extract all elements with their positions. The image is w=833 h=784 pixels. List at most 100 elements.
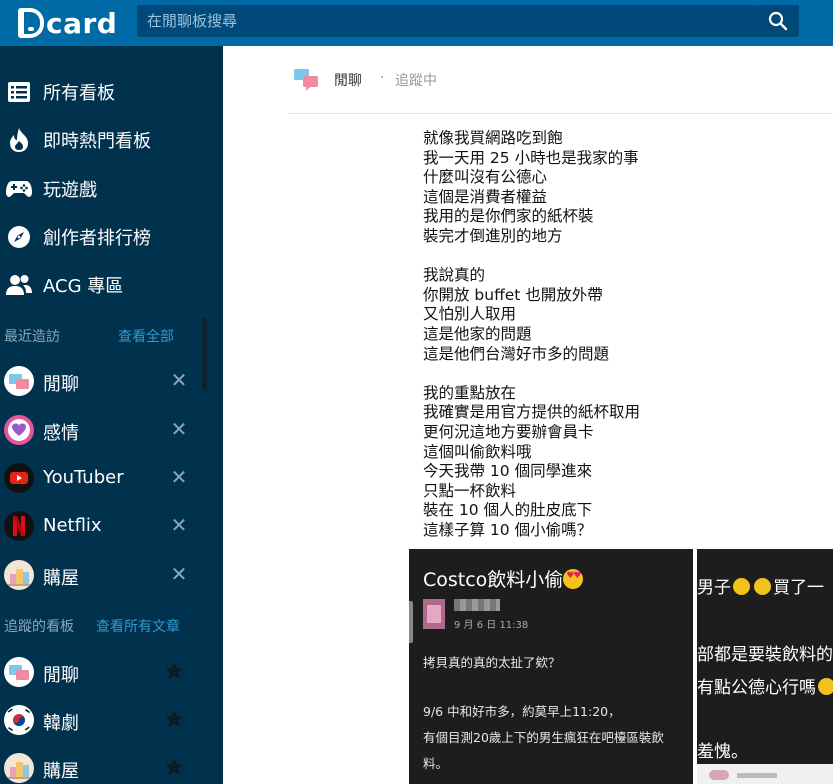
star-icon[interactable] — [163, 756, 185, 778]
post-text-line: 這個叫偷飲料哦 — [423, 442, 532, 461]
post-text-line: 又怕別人取用 — [423, 305, 517, 324]
recent-view-all-link[interactable]: 查看全部 — [118, 326, 174, 346]
post-text-line: 我的重點放在 — [423, 383, 517, 402]
close-icon[interactable]: ✕ — [170, 368, 188, 392]
post-text-line: 我說真的 — [423, 266, 486, 285]
compass-icon — [6, 224, 32, 250]
post-text-line: 裝在 10 個人的肚皮底下 — [423, 501, 593, 520]
board-name-link[interactable]: 閒聊 — [334, 70, 362, 90]
emoji-icon — [754, 578, 771, 595]
screenshot-text-line: 部都是要裝飲料的 — [697, 645, 833, 665]
dcard-logo[interactable]: card — [18, 6, 117, 40]
sidebar-item-hot-boards[interactable]: 即時熱門看板 — [0, 118, 223, 162]
screenshot-title: Costco飲料小偷 — [423, 565, 584, 592]
post-text-line: 什麼叫沒有公德心 — [423, 168, 548, 187]
emoji-icon — [818, 678, 833, 695]
post-text-line: 只點一杯飲料 — [423, 481, 517, 500]
post-text-line: 這個是消費者權益 — [423, 187, 548, 206]
search-input[interactable] — [137, 5, 757, 37]
star-icon[interactable] — [163, 708, 185, 730]
chat-board-icon[interactable] — [294, 69, 320, 91]
board-label: 購屋 — [43, 761, 79, 782]
sidebar-item-all-boards[interactable]: 所有看板 — [0, 70, 223, 114]
board-header: 閒聊 · 追蹤中 — [288, 46, 833, 114]
board-label: Netflix — [43, 515, 102, 536]
board-avatar — [4, 753, 34, 783]
screenshot-text-line: 有個目測20歲上下的男生瘋狂在吧檯區裝飲 — [423, 730, 664, 745]
screenshot-text-line: 拷貝真的真的太扯了欸？ — [423, 655, 561, 670]
fire-icon — [6, 127, 32, 153]
recent-section-title: 最近造訪 — [4, 329, 60, 345]
following-board-kdrama[interactable]: 韓劇 — [0, 699, 210, 743]
sidebar: 所有看板 即時熱門看板 玩遊戲 創作者排行榜 ACG 專區 最近造訪 查看全部 … — [0, 46, 223, 784]
screenshot-date: 9 月 6 日 11:38 — [454, 620, 529, 631]
board-avatar — [4, 560, 34, 590]
star-icon[interactable] — [163, 660, 185, 682]
search-button[interactable] — [757, 5, 799, 37]
sidebar-item-label: 玩遊戲 — [43, 180, 97, 201]
sidebar-item-label: 創作者排行榜 — [43, 228, 151, 249]
blurred-username — [454, 599, 500, 611]
following-board-chat[interactable]: 閒聊 — [0, 651, 210, 695]
screenshot-scroll-indicator — [409, 601, 413, 643]
board-avatar — [4, 366, 34, 396]
dcard-logo-icon — [18, 8, 44, 38]
main-content: 閒聊 · 追蹤中 就像我買網路吃到飽 我一天用 25 小時也是我家的事 什麼叫沒有公… — [223, 46, 833, 784]
separator: · — [380, 70, 385, 86]
recent-board-youtuber[interactable]: YouTuber ✕ — [0, 457, 210, 501]
embedded-screenshot-left[interactable]: Costco飲料小偷 9 月 6 日 11:38 拷貝真的真的太扯了欸？ 9/6… — [409, 549, 693, 784]
board-label: 韓劇 — [43, 713, 79, 734]
close-icon[interactable]: ✕ — [170, 562, 188, 586]
screenshot-text-line: 男子 買了一 — [697, 578, 824, 598]
close-icon[interactable]: ✕ — [170, 465, 188, 489]
post-text-line: 我一天用 25 小時也是我家的事 — [423, 148, 639, 167]
board-avatar — [4, 705, 34, 735]
post-text-line: 這是他們台灣好市多的問題 — [423, 344, 610, 363]
board-label: 閒聊 — [43, 374, 79, 395]
board-label: 購屋 — [43, 568, 79, 589]
post-text-line: 我用的是你們家的紙杯裝 — [423, 207, 594, 226]
post-text-line: 裝完才倒進別的地方 — [423, 227, 563, 245]
recent-board-chat[interactable]: 閒聊 ✕ — [0, 360, 210, 404]
board-label: 感情 — [43, 423, 79, 444]
sidebar-item-acg[interactable]: ACG 專區 — [0, 263, 223, 307]
close-icon[interactable]: ✕ — [170, 513, 188, 537]
people-icon — [6, 272, 32, 298]
post-text-line: 這是他家的問題 — [423, 325, 532, 343]
sidebar-item-label: 所有看板 — [43, 83, 115, 104]
following-view-all-link[interactable]: 查看所有文章 — [96, 616, 180, 636]
logo-text: card — [46, 6, 118, 40]
blurred-avatar — [709, 770, 729, 780]
heart-eyes-emoji-icon — [563, 569, 584, 589]
post-text-line: 這樣子算 10 個小偷嗎？ — [423, 521, 593, 539]
board-avatar — [4, 415, 34, 445]
board-label: YouTuber — [43, 467, 124, 488]
follow-status-button[interactable]: 追蹤中 — [395, 70, 437, 90]
embedded-screenshot-right[interactable]: 男子 買了一 部都是要裝飲料的 有點公德心行嗎 羞愧。 — [697, 549, 833, 764]
recent-board-relationship[interactable]: 感情 ✕ — [0, 409, 210, 453]
board-avatar — [4, 463, 34, 493]
screenshot-right-footer — [697, 764, 833, 784]
blurred-text — [737, 773, 777, 778]
sidebar-item-label: 即時熱門看板 — [43, 131, 151, 152]
recent-board-netflix[interactable]: Netflix ✕ — [0, 505, 210, 549]
following-board-housing[interactable]: 購屋 — [0, 747, 210, 784]
recent-board-housing[interactable]: 購屋 ✕ — [0, 554, 210, 598]
following-section-title: 追蹤的看板 — [4, 619, 74, 635]
sidebar-item-games[interactable]: 玩遊戲 — [0, 167, 223, 211]
sidebar-item-creator-ranking[interactable]: 創作者排行榜 — [0, 215, 223, 259]
screenshot-text-line: 羞愧。 — [697, 742, 748, 762]
screenshot-text-line: 9/6 中和好市多，約莫早上11:20， — [423, 704, 621, 719]
screenshot-text-line: 料。 — [423, 756, 449, 771]
blurred-avatar-detail — [427, 605, 441, 623]
board-avatar — [4, 511, 34, 541]
screenshot-text-line: 有點公德心行嗎 — [697, 673, 833, 698]
top-bar: card — [0, 0, 833, 46]
board-avatar — [4, 657, 34, 687]
close-icon[interactable]: ✕ — [170, 417, 188, 441]
post-text-line: 我確實是用官方提供的紙杯取用 — [423, 403, 641, 422]
board-label: 閒聊 — [43, 665, 79, 686]
post-text-line: 你開放 buffet 也開放外帶 — [423, 285, 603, 304]
post-text-line: 就像我買網路吃到飽 — [423, 129, 563, 147]
sidebar-item-label: ACG 專區 — [43, 276, 124, 297]
